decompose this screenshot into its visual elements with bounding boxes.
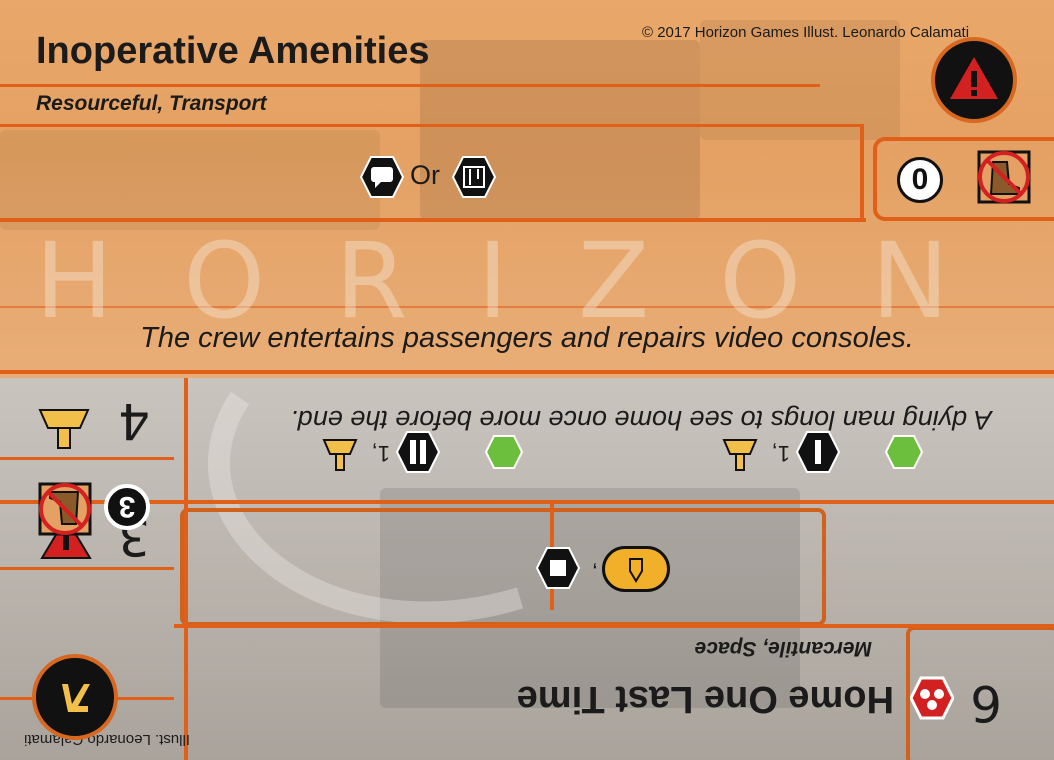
- rocket-icon: [629, 558, 643, 583]
- frame-line: [0, 84, 820, 87]
- star-hex-icon: [396, 431, 440, 473]
- watermark: HORIZON: [35, 220, 1019, 342]
- requirement-panel: [180, 508, 826, 626]
- frame-line: [0, 124, 860, 127]
- shield-hex-icon: [536, 547, 580, 589]
- dome-icon: [722, 439, 758, 471]
- no-boot-icon: [38, 482, 92, 536]
- green-arrow-icon: [884, 435, 924, 469]
- stat-a-value: 4: [118, 392, 150, 450]
- rocket-pill: [602, 546, 670, 592]
- back-cost-value: 6: [970, 674, 1002, 732]
- star-hex-icon: [796, 431, 840, 473]
- warning-badge: [931, 37, 1017, 123]
- frame-line: [0, 457, 174, 460]
- card: Inoperative Amenities © 2017 Horizon Gam…: [0, 0, 1054, 760]
- rank-icon: [62, 684, 90, 712]
- background-art: [0, 130, 380, 230]
- dome-icon: [322, 439, 358, 471]
- warning-icon: [950, 57, 998, 99]
- stat-b-value: 3: [104, 484, 150, 530]
- frame-line: [860, 124, 864, 222]
- back-title: Home One Last Time: [516, 678, 894, 720]
- comma-text: ,: [591, 561, 598, 586]
- frame-line: [0, 567, 174, 570]
- cost-circle: 0: [897, 157, 943, 203]
- requirement-row: Or: [360, 152, 510, 202]
- back-flavor-text: A dying man longs to see home once more …: [290, 405, 992, 435]
- green-arrow-icon: [484, 435, 524, 469]
- copyright-text: © 2017 Horizon Games Illust. Leonardo Ca…: [642, 24, 970, 41]
- ability-right-value: 1,: [371, 441, 390, 466]
- ability-left-value: 1,: [771, 441, 790, 466]
- frame-line: [174, 624, 1054, 628]
- or-text: Or: [410, 160, 440, 190]
- red-hex-icon: [910, 676, 954, 720]
- back-subtitle: Mercantile, Space: [694, 637, 872, 660]
- card-subtitle: Resourceful, Transport: [36, 92, 267, 115]
- frame-line: [0, 500, 1054, 504]
- dome-icon: [38, 409, 90, 449]
- upside-down-card: Home One Last Time Mercantile, Space Ill…: [0, 378, 1054, 760]
- rank-badge: [32, 654, 118, 740]
- circuit-hex-icon: [452, 156, 496, 198]
- reward-row: ,: [530, 538, 670, 598]
- chat-hex-icon: [360, 156, 404, 198]
- frame-line: [184, 378, 188, 760]
- card-title: Inoperative Amenities: [36, 30, 430, 72]
- no-boot-icon: [977, 150, 1031, 204]
